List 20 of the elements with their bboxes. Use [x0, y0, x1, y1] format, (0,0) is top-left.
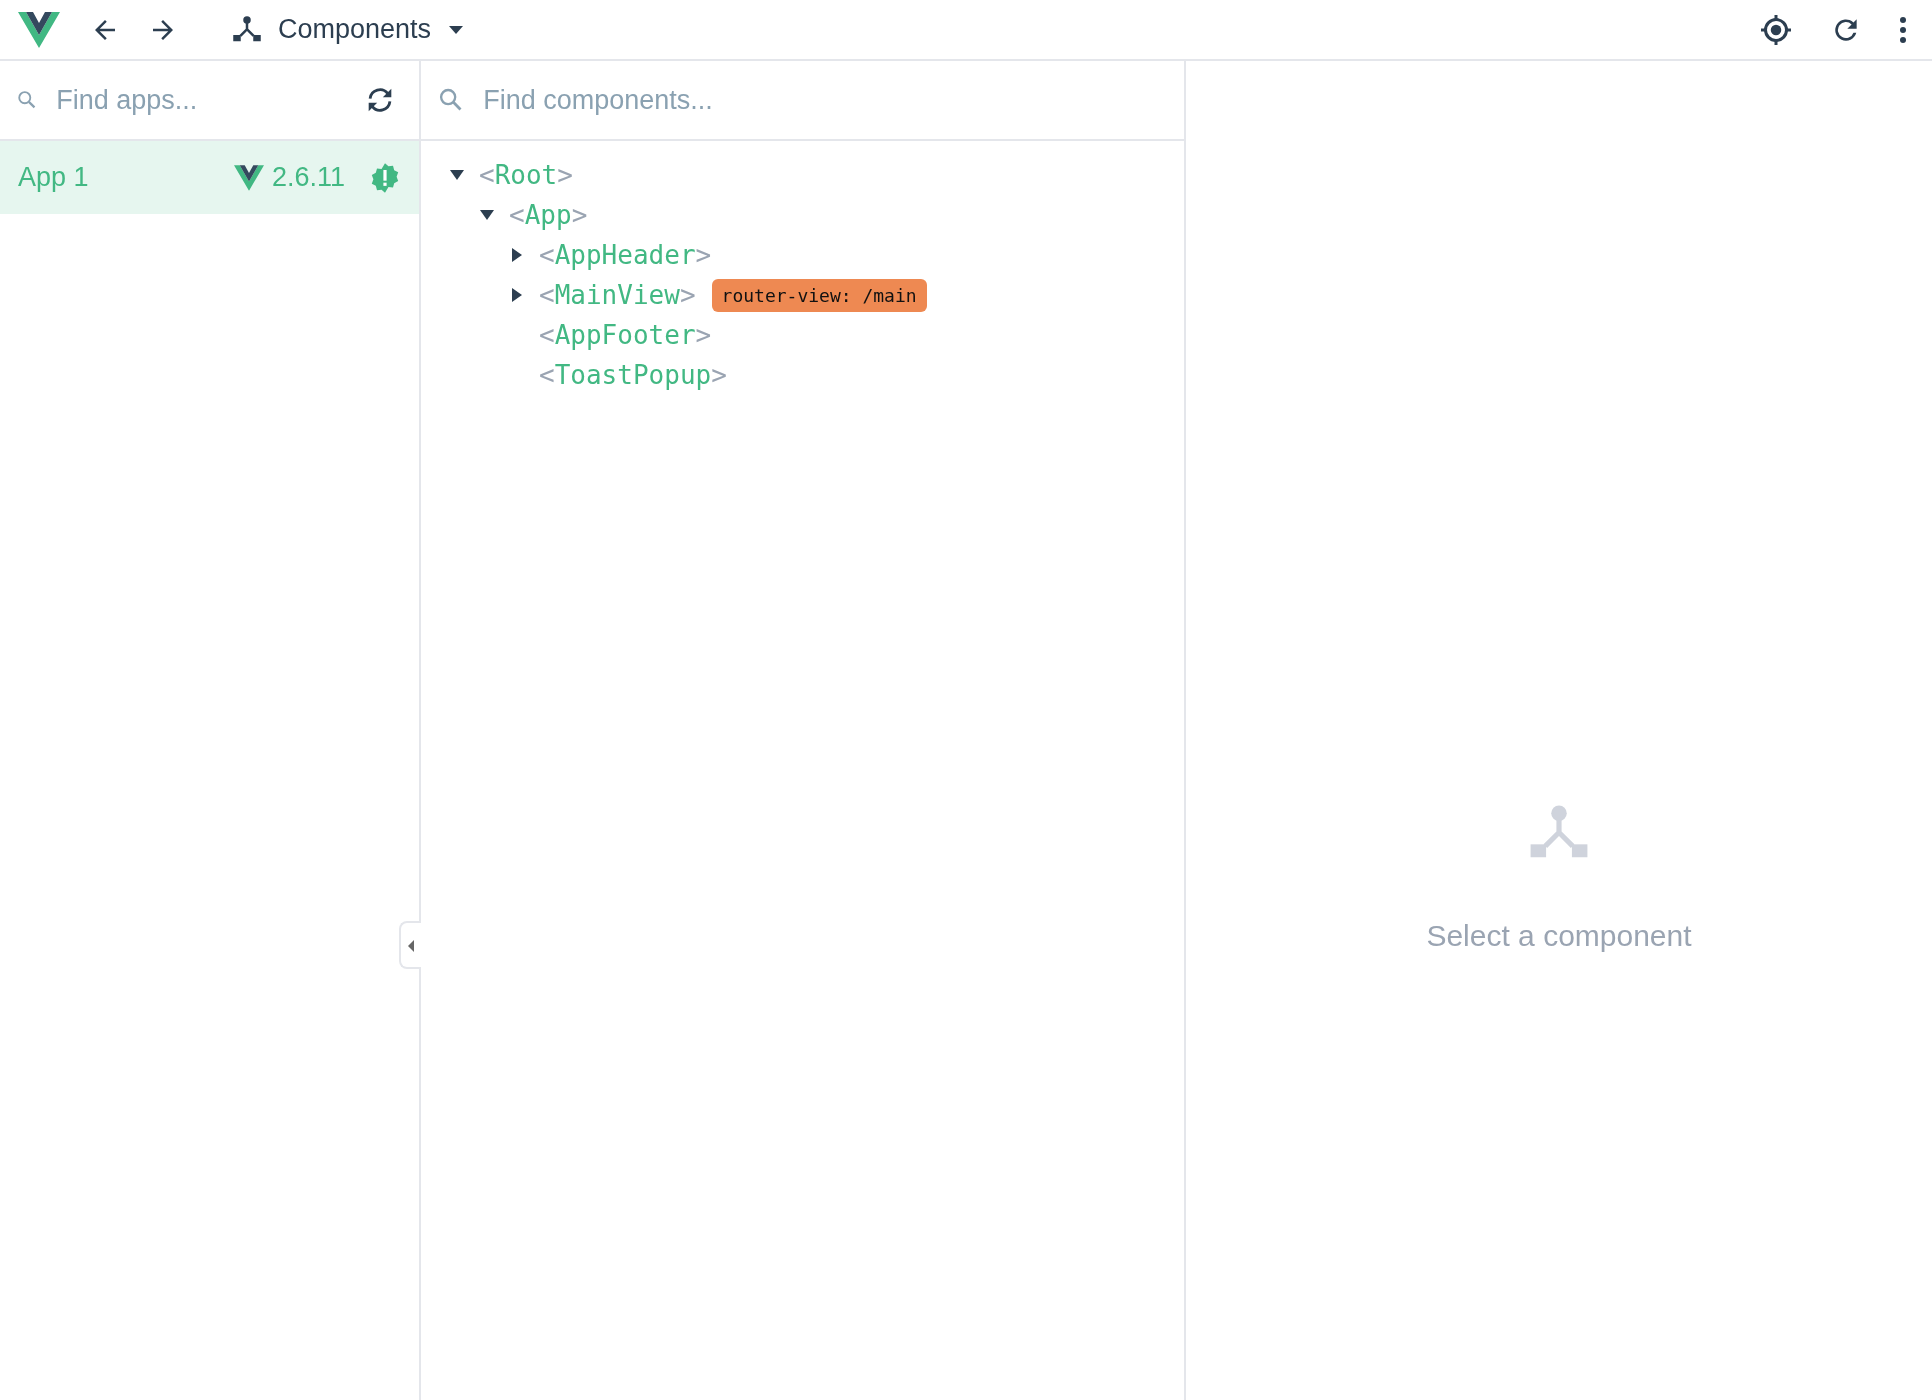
collapse-panel-button[interactable] — [399, 921, 421, 969]
view-selector[interactable]: Components — [270, 5, 440, 54]
version-label: 2.6.11 — [271, 161, 345, 195]
component-node[interactable]: <AppFooter> — [539, 315, 712, 355]
logo-icon — [18, 11, 60, 48]
component-node[interactable]: <MainView> — [539, 275, 696, 315]
empty-state-message: Select a component — [1426, 918, 1692, 954]
component-node[interactable]: <App> — [509, 195, 588, 235]
component-node[interactable]: <ToastPopup> — [539, 355, 727, 395]
app-search-field[interactable]: Find apps... — [54, 78, 341, 122]
logo-icon — [233, 164, 264, 191]
router-view-tag: router-view: /main — [711, 278, 927, 312]
more-icon — [1898, 14, 1908, 45]
component-search-field[interactable]: Find components... — [481, 78, 1168, 122]
warning-icon — [369, 161, 401, 194]
app-list-item[interactable]: App 1 2.6.11 — [0, 141, 419, 214]
component-node[interactable]: <Root> — [479, 155, 573, 195]
caret-icon — [447, 23, 466, 36]
app-name: App 1 — [18, 161, 89, 195]
component-node[interactable]: <AppHeader> — [539, 235, 712, 275]
